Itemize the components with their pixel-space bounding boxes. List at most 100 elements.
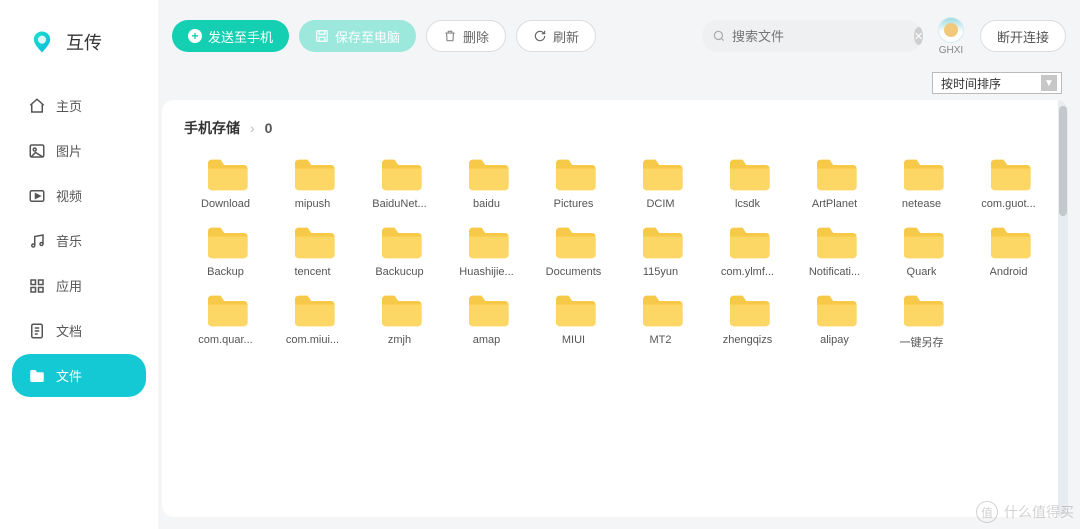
folder-item[interactable]: Notificati... xyxy=(793,220,876,282)
apps-icon xyxy=(28,277,46,295)
folder-item[interactable]: tencent xyxy=(271,220,354,282)
nav: 主页图片视频音乐应用文档文件 xyxy=(0,80,158,401)
folder-item[interactable]: lcsdk xyxy=(706,152,789,214)
sidebar-item-image[interactable]: 图片 xyxy=(12,129,146,172)
breadcrumb-root[interactable]: 手机存储 xyxy=(184,118,240,138)
folder-item[interactable]: 115yun xyxy=(619,220,702,282)
sort-row: 按时间排序 ▼ xyxy=(158,72,1080,100)
folder-item[interactable]: netease xyxy=(880,152,963,214)
save-label: 保存至电脑 xyxy=(335,27,400,46)
user-name: GHXI xyxy=(939,45,963,56)
sidebar-item-apps[interactable]: 应用 xyxy=(12,264,146,307)
folder-name: Android xyxy=(990,266,1028,278)
folder-icon xyxy=(726,224,770,260)
folder-item[interactable]: com.guot... xyxy=(967,152,1050,214)
folder-name: Huashijie... xyxy=(459,266,513,278)
folder-icon xyxy=(900,292,944,328)
search-input[interactable] xyxy=(732,29,908,44)
folder-item[interactable]: Download xyxy=(184,152,267,214)
folder-item[interactable]: Backup xyxy=(184,220,267,282)
folder-item[interactable]: Pictures xyxy=(532,152,615,214)
folder-icon xyxy=(552,156,596,192)
folder-name: BaiduNet... xyxy=(372,198,426,210)
folder-name: 一键另存 xyxy=(900,334,944,350)
folder-name: amap xyxy=(473,334,501,346)
sidebar-item-video[interactable]: 视频 xyxy=(12,174,146,217)
sidebar-item-folder[interactable]: 文件 xyxy=(12,354,146,397)
folder-name: tencent xyxy=(294,266,330,278)
folder-icon xyxy=(291,156,335,192)
search-icon xyxy=(712,29,726,43)
folder-item[interactable]: baidu xyxy=(445,152,528,214)
folder-name: Download xyxy=(201,198,250,210)
folder-icon xyxy=(378,156,422,192)
folder-item[interactable]: Backucup xyxy=(358,220,441,282)
sidebar-item-label: 文档 xyxy=(56,321,82,340)
folder-item[interactable]: BaiduNet... xyxy=(358,152,441,214)
folder-item[interactable]: com.quar... xyxy=(184,288,267,354)
folder-name: Pictures xyxy=(554,198,594,210)
avatar xyxy=(938,17,964,43)
folder-item[interactable]: zmjh xyxy=(358,288,441,354)
scrollbar-thumb[interactable] xyxy=(1059,106,1067,216)
sidebar-item-home[interactable]: 主页 xyxy=(12,84,146,127)
folder-name: com.ylmf... xyxy=(721,266,774,278)
folder-item[interactable]: MIUI xyxy=(532,288,615,354)
folder-icon xyxy=(987,224,1031,260)
breadcrumb: 手机存储 › 0 xyxy=(184,118,1050,138)
folder-item[interactable]: com.miui... xyxy=(271,288,354,354)
folder-name: ArtPlanet xyxy=(812,198,857,210)
folder-icon xyxy=(813,156,857,192)
folder-item[interactable]: MT2 xyxy=(619,288,702,354)
delete-button[interactable]: 删除 xyxy=(426,20,506,52)
save-to-pc-button[interactable]: 保存至电脑 xyxy=(299,20,416,52)
folder-item[interactable]: 一键另存 xyxy=(880,288,963,354)
folder-item[interactable]: com.ylmf... xyxy=(706,220,789,282)
folder-icon xyxy=(726,292,770,328)
folder-item[interactable]: ArtPlanet xyxy=(793,152,876,214)
folder-item[interactable]: DCIM xyxy=(619,152,702,214)
folder-icon xyxy=(378,224,422,260)
folder-icon xyxy=(639,224,683,260)
video-icon xyxy=(28,187,46,205)
refresh-button[interactable]: 刷新 xyxy=(516,20,596,52)
send-to-phone-button[interactable]: + 发送至手机 xyxy=(172,20,289,52)
folder-icon xyxy=(465,156,509,192)
folder-item[interactable]: Huashijie... xyxy=(445,220,528,282)
folder-item[interactable]: Quark xyxy=(880,220,963,282)
folder-item[interactable]: mipush xyxy=(271,152,354,214)
folder-icon xyxy=(204,224,248,260)
brand-name: 互传 xyxy=(66,29,102,55)
refresh-label: 刷新 xyxy=(553,27,579,46)
folder-icon xyxy=(291,224,335,260)
folder-icon xyxy=(204,156,248,192)
folder-icon xyxy=(465,292,509,328)
folder-item[interactable]: Android xyxy=(967,220,1050,282)
sidebar-item-doc[interactable]: 文档 xyxy=(12,309,146,352)
folder-item[interactable]: alipay xyxy=(793,288,876,354)
folder-name: MT2 xyxy=(650,334,672,346)
folder-item[interactable]: amap xyxy=(445,288,528,354)
sidebar: 互传 主页图片视频音乐应用文档文件 xyxy=(0,0,158,529)
clear-icon[interactable]: ✕ xyxy=(914,27,923,45)
refresh-icon xyxy=(533,29,547,43)
disconnect-button[interactable]: 断开连接 xyxy=(980,20,1066,52)
scrollbar[interactable] xyxy=(1058,100,1068,517)
content-panel: 手机存储 › 0 Download mipush BaiduNet... baidu P… xyxy=(162,100,1068,517)
sidebar-item-music[interactable]: 音乐 xyxy=(12,219,146,262)
music-icon xyxy=(28,232,46,250)
sidebar-item-label: 主页 xyxy=(56,96,82,115)
folder-name: MIUI xyxy=(562,334,585,346)
folder-name: Notificati... xyxy=(809,266,860,278)
folder-name: netease xyxy=(902,198,941,210)
folder-item[interactable]: Documents xyxy=(532,220,615,282)
sort-select[interactable]: 按时间排序 ▼ xyxy=(932,72,1062,94)
app-root: 互传 主页图片视频音乐应用文档文件 + 发送至手机 保存至电脑 删除 xyxy=(0,0,1080,529)
folder-name: zhengqizs xyxy=(723,334,773,346)
image-icon xyxy=(28,142,46,160)
search-box[interactable]: ✕ xyxy=(702,20,922,52)
user-block[interactable]: GHXI xyxy=(938,17,964,56)
folder-name: Documents xyxy=(546,266,602,278)
folder-item[interactable]: zhengqizs xyxy=(706,288,789,354)
send-label: 发送至手机 xyxy=(208,27,273,46)
